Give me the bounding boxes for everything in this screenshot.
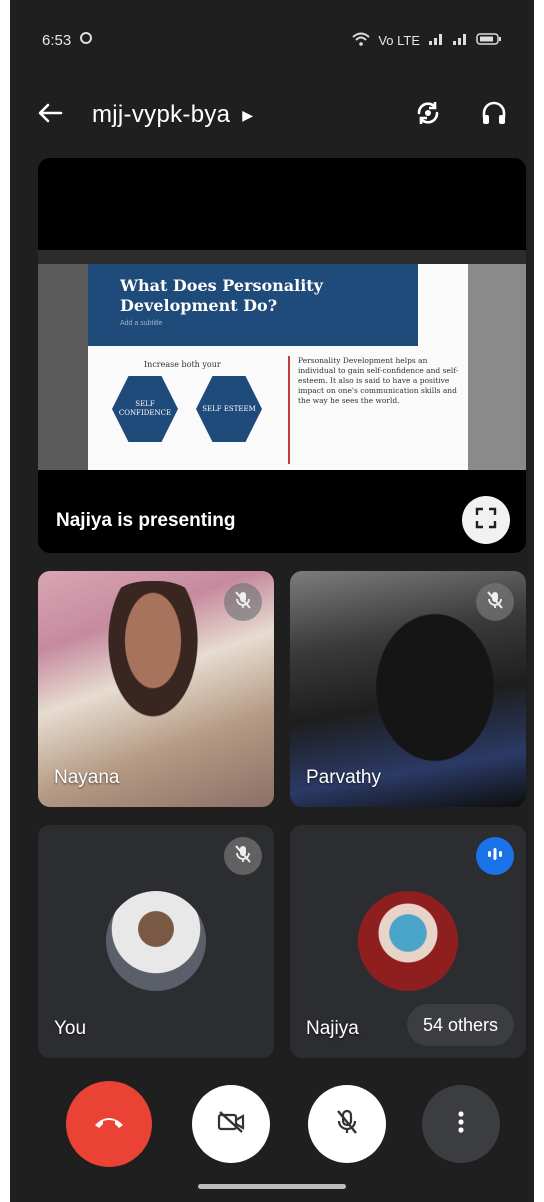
- mic-off-icon: [234, 844, 252, 869]
- mic-off-indicator: [224, 837, 262, 875]
- hexagon-self-confidence: SELF CONFIDENCE: [112, 376, 178, 442]
- audio-output-button[interactable]: [472, 93, 516, 137]
- end-call-icon: [92, 1113, 126, 1136]
- mic-toggle-button[interactable]: [308, 1085, 386, 1163]
- hexagon-self-esteem: SELF ESTEEM: [196, 376, 262, 442]
- avatar: [358, 891, 458, 991]
- participant-tile-you[interactable]: You: [38, 825, 274, 1058]
- participant-video: [360, 611, 510, 781]
- mic-off-icon: [334, 1108, 360, 1141]
- speaking-indicator: [476, 837, 514, 875]
- participant-tile-najiya[interactable]: Najiya 54 others: [290, 825, 526, 1058]
- mic-off-indicator: [476, 583, 514, 621]
- more-vert-icon: [457, 1110, 465, 1139]
- switch-camera-icon: [413, 99, 443, 132]
- slide-left-panel: [38, 264, 88, 470]
- slide-divider: [288, 356, 290, 464]
- mic-off-icon: [486, 590, 504, 615]
- fullscreen-button[interactable]: [462, 496, 510, 544]
- presenting-label: Najiya is presenting: [56, 510, 236, 531]
- slide-left-heading: Increase both your: [144, 360, 221, 369]
- end-call-button[interactable]: [66, 1081, 152, 1167]
- others-chip[interactable]: 54 others: [406, 1004, 514, 1046]
- slide-right-panel: [468, 264, 526, 470]
- participant-name: Nayana: [54, 767, 120, 788]
- slide-subtitle: Add a subtitle: [120, 320, 163, 327]
- camera-off-icon: [216, 1110, 246, 1139]
- participant-name: Najiya: [306, 1018, 359, 1039]
- chevron-right-icon: ▶: [242, 106, 254, 123]
- signal-icon: [452, 32, 468, 49]
- status-time: 6:53: [42, 31, 72, 49]
- status-right: Vo LTE: [352, 32, 502, 49]
- volte-label: Vo LTE: [378, 32, 420, 48]
- audio-level-icon: [486, 846, 504, 867]
- headphones-icon: [480, 99, 508, 132]
- participant-name: You: [54, 1018, 87, 1039]
- mic-off-icon: [234, 590, 252, 615]
- home-indicator[interactable]: [198, 1184, 346, 1189]
- wifi-icon: [352, 32, 370, 49]
- participant-tile-parvathy[interactable]: Parvathy: [290, 571, 526, 807]
- slide-window-bar: [38, 250, 526, 264]
- mic-off-indicator: [224, 583, 262, 621]
- notification-icon: [79, 31, 93, 49]
- battery-icon: [476, 32, 502, 49]
- presentation-tile[interactable]: What Does Personality Development Do? Ad…: [38, 158, 526, 553]
- avatar: [106, 891, 206, 991]
- participant-video: [88, 581, 218, 751]
- slide-page: What Does Personality Development Do? Ad…: [88, 264, 468, 470]
- meeting-code: mjj-vypk-bya: [92, 101, 231, 128]
- shared-slide: What Does Personality Development Do? Ad…: [38, 250, 526, 470]
- camera-toggle-button[interactable]: [192, 1085, 270, 1163]
- participant-tile-nayana[interactable]: Nayana: [38, 571, 274, 807]
- call-controls: [10, 1081, 534, 1167]
- status-left: 6:53: [42, 31, 93, 49]
- back-button[interactable]: [28, 93, 72, 137]
- status-bar: 6:53 Vo LTE: [10, 0, 534, 80]
- signal-icon: [428, 32, 444, 49]
- meet-screen: 6:53 Vo LTE mjj-vypk-bya ▶ What Does Per…: [10, 0, 534, 1202]
- arrow-left-icon: [37, 98, 63, 132]
- fullscreen-icon: [475, 507, 497, 534]
- slide-header: What Does Personality Development Do? Ad…: [88, 264, 418, 346]
- slide-title: What Does Personality Development Do?: [120, 276, 323, 315]
- top-bar-actions: [406, 93, 516, 137]
- switch-camera-button[interactable]: [406, 93, 450, 137]
- top-bar: mjj-vypk-bya ▶: [10, 85, 534, 145]
- slide-body-text: Personality Development helps an individ…: [298, 356, 459, 405]
- more-options-button[interactable]: [422, 1085, 500, 1163]
- participant-name: Parvathy: [306, 767, 381, 788]
- meeting-code-button[interactable]: mjj-vypk-bya ▶: [92, 101, 253, 129]
